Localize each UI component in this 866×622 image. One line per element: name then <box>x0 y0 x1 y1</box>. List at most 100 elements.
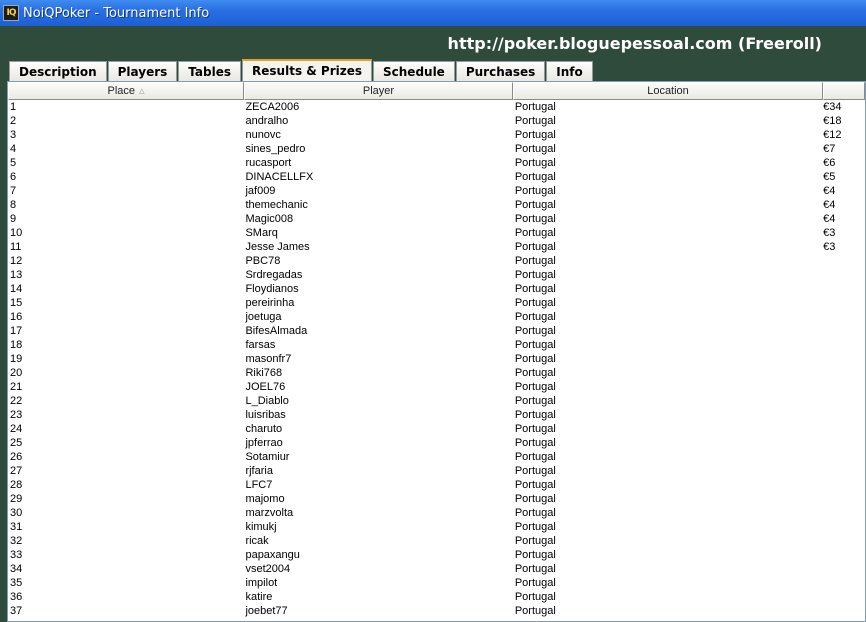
table-row[interactable]: 34 vset2004 Portugal <box>8 562 865 576</box>
table-row[interactable]: 2 andralho Portugal €18 <box>8 114 865 128</box>
player-cell: ZECA2006 <box>245 101 300 113</box>
table-row[interactable]: 32 ricak Portugal <box>8 534 865 548</box>
place-cell: 26 <box>10 451 23 463</box>
table-row[interactable]: 7 jaf009 Portugal €4 <box>8 184 865 198</box>
table-row[interactable]: 26 Sotamiur Portugal <box>8 450 865 464</box>
location-cell: Portugal <box>514 353 556 365</box>
place-cell: 9 <box>10 213 17 225</box>
table-row[interactable]: 36 katire Portugal <box>8 590 865 604</box>
place-cell: 36 <box>10 591 23 603</box>
column-header-place[interactable]: Place △ <box>8 82 244 100</box>
table-row[interactable]: 28 LFC7 Portugal <box>8 478 865 492</box>
table-row[interactable]: 23 luisribas Portugal <box>8 408 865 422</box>
table-row[interactable]: 9 Magic008 Portugal €4 <box>8 212 865 226</box>
prize-cell <box>821 506 865 520</box>
location-cell: Portugal <box>514 605 556 617</box>
place-cell: 10 <box>10 227 23 239</box>
place-cell: 3 <box>10 129 17 141</box>
column-header-location[interactable]: Location <box>513 82 823 100</box>
table-row[interactable]: 21 JOEL76 Portugal <box>8 380 865 394</box>
prize-cell: €3 <box>823 241 836 253</box>
location-cell: Portugal <box>514 409 556 421</box>
location-cell: Portugal <box>514 451 556 463</box>
table-row[interactable]: 33 papaxangu Portugal <box>8 548 865 562</box>
location-cell: Portugal <box>514 185 556 197</box>
table-row[interactable]: 1 ZECA2006 Portugal €34 <box>8 100 865 114</box>
player-cell: majomo <box>245 493 285 505</box>
table-row[interactable]: 30 marzvolta Portugal <box>8 506 865 520</box>
location-cell: Portugal <box>514 549 556 561</box>
column-header-prize[interactable] <box>823 82 865 100</box>
place-cell: 15 <box>10 297 23 309</box>
table-row[interactable]: 5 rucasport Portugal €6 <box>8 156 865 170</box>
place-cell: 2 <box>10 115 17 127</box>
prize-cell <box>821 296 865 310</box>
tab-description[interactable]: Description <box>9 61 107 81</box>
table-row[interactable]: 8 themechanic Portugal €4 <box>8 198 865 212</box>
tab-purchases[interactable]: Purchases <box>455 61 546 81</box>
tab-players[interactable]: Players <box>107 61 178 81</box>
table-row[interactable]: 11 Jesse James Portugal €3 <box>8 240 865 254</box>
location-cell: Portugal <box>514 143 556 155</box>
table-row[interactable]: 29 majomo Portugal <box>8 492 865 506</box>
table-row[interactable]: 17 BifesAlmada Portugal <box>8 324 865 338</box>
table-row[interactable]: 24 charuto Portugal <box>8 422 865 436</box>
table-row[interactable]: 35 impilot Portugal <box>8 576 865 590</box>
prize-cell <box>821 268 865 282</box>
table-row[interactable]: 3 nunovc Portugal €12 <box>8 128 865 142</box>
tab-info[interactable]: Info <box>546 61 593 81</box>
table-row[interactable]: 20 Riki768 Portugal <box>8 366 865 380</box>
table-row[interactable]: 27 rjfaria Portugal <box>8 464 865 478</box>
table-row[interactable]: 12 PBC78 Portugal <box>8 254 865 268</box>
location-cell: Portugal <box>514 591 556 603</box>
prize-cell <box>821 436 865 450</box>
location-cell: Portugal <box>514 227 556 239</box>
table-row[interactable]: 16 joetuga Portugal <box>8 310 865 324</box>
player-cell: rjfaria <box>245 465 273 477</box>
window-title-bar[interactable]: IQ NoiQPoker - Tournament Info <box>0 0 866 26</box>
player-cell: marzvolta <box>245 507 294 519</box>
tab-tables[interactable]: Tables <box>178 61 242 81</box>
table-row[interactable]: 19 masonfr7 Portugal <box>8 352 865 366</box>
prize-cell <box>821 534 865 548</box>
table-row[interactable]: 37 joebet77 Portugal <box>8 604 865 618</box>
location-cell: Portugal <box>514 283 556 295</box>
location-cell: Portugal <box>514 563 556 575</box>
player-cell: joetuga <box>245 311 282 323</box>
player-cell: rucasport <box>245 157 292 169</box>
prize-cell <box>821 450 865 464</box>
table-row[interactable]: 25 jpferrao Portugal <box>8 436 865 450</box>
table-row[interactable]: 15 pereirinha Portugal <box>8 296 865 310</box>
player-cell: katire <box>245 591 273 603</box>
app-logo-icon: IQ <box>3 5 19 21</box>
column-header-player[interactable]: Player <box>244 82 513 100</box>
table-row[interactable]: 18 farsas Portugal <box>8 338 865 352</box>
table-row[interactable]: 10 SMarq Portugal €3 <box>8 226 865 240</box>
location-cell: Portugal <box>514 381 556 393</box>
player-cell: kimukj <box>245 521 277 533</box>
location-cell: Portugal <box>514 241 556 253</box>
player-cell: farsas <box>245 339 276 351</box>
table-row[interactable]: 31 kimukj Portugal <box>8 520 865 534</box>
player-cell: jpferrao <box>245 437 283 449</box>
table-row[interactable]: 14 Floydianos Portugal <box>8 282 865 296</box>
prize-cell <box>821 394 865 408</box>
player-cell: BifesAlmada <box>245 325 308 337</box>
prize-cell <box>821 380 865 394</box>
player-cell: themechanic <box>245 199 308 211</box>
table-row[interactable]: 13 Srdregadas Portugal <box>8 268 865 282</box>
player-cell: Riki768 <box>245 367 283 379</box>
window-title: NoiQPoker - Tournament Info <box>23 5 210 21</box>
place-cell: 21 <box>10 381 23 393</box>
player-cell: vset2004 <box>245 563 291 575</box>
tab-schedule[interactable]: Schedule <box>373 61 455 81</box>
table-body: 1 ZECA2006 Portugal €34 2 andralho Portugal €18… <box>8 100 865 618</box>
location-cell: Portugal <box>514 255 556 267</box>
place-cell: 16 <box>10 311 23 323</box>
tab-results-prizes[interactable]: Results & Prizes <box>242 59 372 81</box>
table-row[interactable]: 22 L_Diablo Portugal <box>8 394 865 408</box>
table-row[interactable]: 6 DINACELLFX Portugal €5 <box>8 170 865 184</box>
table-row[interactable]: 4 sines_pedro Portugal €7 <box>8 142 865 156</box>
prize-cell <box>821 604 865 618</box>
prize-cell <box>821 478 865 492</box>
